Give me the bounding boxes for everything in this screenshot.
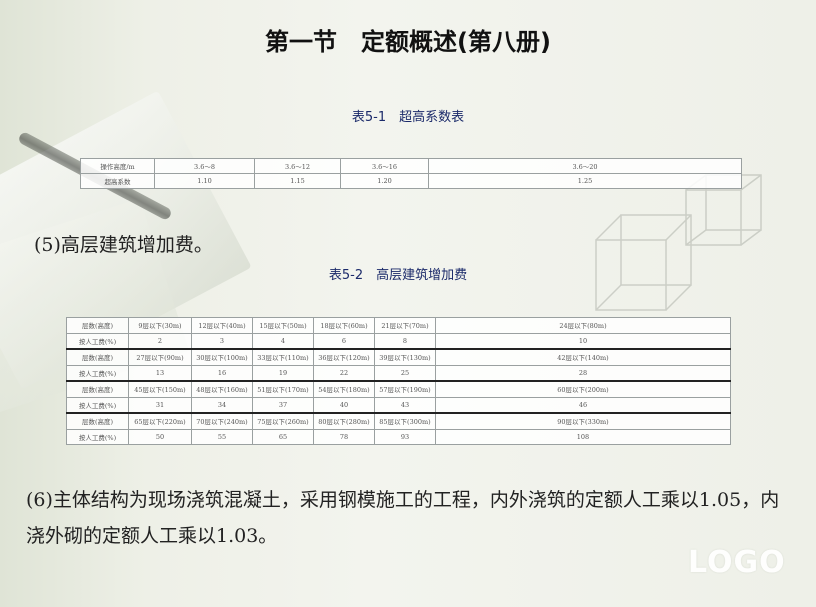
table-cell: 2 — [128, 332, 192, 350]
table-row: 操作高度/m 3.6～8 3.6～12 3.6～16 3.6～20 — [80, 158, 742, 174]
table-caption: 表5-1 超高系数表 — [351, 110, 465, 125]
table-cell: 层数(高度) — [66, 412, 129, 430]
page-title: 第一节 定额概述(第八册) — [265, 28, 551, 56]
table-cell: 65层以下(220m) — [128, 412, 192, 430]
height-coefficient-table: 操作高度/m 3.6～8 3.6～12 3.6～16 3.6～20 超高系数 1… — [80, 158, 742, 189]
table-cell: 45层以下(150m) — [128, 380, 192, 398]
section-5-text: (5)高层建筑增加费。 — [34, 234, 213, 256]
table-cell: 57层以下(190m) — [374, 380, 436, 398]
table-cell: 10 — [435, 332, 731, 350]
table-cell: 27层以下(90m) — [128, 348, 192, 366]
table-row: 按人工费(%) 50 55 65 78 93 108 — [66, 428, 731, 445]
table-cell: 31 — [128, 396, 192, 414]
table-cell: 28 — [435, 364, 731, 382]
table-cell: 50 — [128, 428, 192, 445]
table-cell: 3.6～8 — [154, 158, 255, 174]
table-cell: 按人工费(%) — [66, 428, 129, 445]
table-cell: 40 — [313, 396, 375, 414]
table-cell: 层数(高度) — [66, 317, 129, 334]
table-cell: 操作高度/m — [80, 158, 155, 174]
table-cell: 18层以下(60m) — [313, 317, 375, 334]
table-cell: 60层以下(200m) — [435, 380, 731, 398]
table-cell: 36层以下(120m) — [313, 348, 375, 366]
table-cell: 48层以下(160m) — [191, 380, 253, 398]
table-cell: 34 — [191, 396, 253, 414]
table-cell: 80层以下(280m) — [313, 412, 375, 430]
table-cell: 13 — [128, 364, 192, 382]
table-row: 按人工费(%) 31 34 37 40 43 46 — [66, 396, 731, 414]
table-cell: 65 — [252, 428, 314, 445]
table-cell: 33层以下(110m) — [252, 348, 314, 366]
table-cell: 25 — [374, 364, 436, 382]
table-cell: 1.25 — [428, 173, 742, 189]
table-cell: 78 — [313, 428, 375, 445]
logo: LOGO — [688, 545, 786, 580]
table-cell: 24层以下(80m) — [435, 317, 731, 334]
table-cell: 16 — [191, 364, 253, 382]
table-row: 层数(高度) 9层以下(30m) 12层以下(40m) 15层以下(50m) 1… — [66, 317, 731, 334]
table-cell: 85层以下(300m) — [374, 412, 436, 430]
table-cell: 30层以下(100m) — [191, 348, 253, 366]
table-cell: 3.6～20 — [428, 158, 742, 174]
table-row: 层数(高度) 27层以下(90m) 30层以下(100m) 33层以下(110m… — [66, 348, 731, 366]
table-cell: 1.15 — [254, 173, 341, 189]
table-cell: 15层以下(50m) — [252, 317, 314, 334]
high-rise-surcharge-table: 层数(高度) 9层以下(30m) 12层以下(40m) 15层以下(50m) 1… — [66, 317, 731, 445]
table-row: 层数(高度) 45层以下(150m) 48层以下(160m) 51层以下(170… — [66, 380, 731, 398]
table-cell: 4 — [252, 332, 314, 350]
table-cell: 54层以下(180m) — [313, 380, 375, 398]
table-caption: 表5-2 高层建筑增加费 — [328, 268, 468, 283]
table-cell: 按人工费(%) — [66, 364, 129, 382]
table-cell: 46 — [435, 396, 731, 414]
table-cell: 75层以下(260m) — [252, 412, 314, 430]
section-6-text: (6)主体结构为现场浇筑混凝土，采用钢模施工的工程，内外浇筑的定额人工乘以1.0… — [26, 489, 780, 547]
table-cell: 43 — [374, 396, 436, 414]
table-cell: 19 — [252, 364, 314, 382]
table-row: 按人工费(%) 2 3 4 6 8 10 — [66, 332, 731, 350]
table-cell: 3.6～12 — [254, 158, 341, 174]
table-cell: 层数(高度) — [66, 348, 129, 366]
table-cell: 70层以下(240m) — [191, 412, 253, 430]
table-row: 超高系数 1.10 1.15 1.20 1.25 — [80, 173, 742, 189]
table-cell: 1.20 — [340, 173, 429, 189]
table-row: 层数(高度) 65层以下(220m) 70层以下(240m) 75层以下(260… — [66, 412, 731, 430]
table-cell: 90层以下(330m) — [435, 412, 731, 430]
table-cell: 51层以下(170m) — [252, 380, 314, 398]
table-cell: 22 — [313, 364, 375, 382]
table-row: 按人工费(%) 13 16 19 22 25 28 — [66, 364, 731, 382]
table-cell: 按人工费(%) — [66, 332, 129, 350]
table-cell: 39层以下(130m) — [374, 348, 436, 366]
table-cell: 42层以下(140m) — [435, 348, 731, 366]
table-cell: 3 — [191, 332, 253, 350]
table-cell: 37 — [252, 396, 314, 414]
table-cell: 21层以下(70m) — [374, 317, 436, 334]
table-cell: 9层以下(30m) — [128, 317, 192, 334]
table-cell: 6 — [313, 332, 375, 350]
table-cell: 按人工费(%) — [66, 396, 129, 414]
table-cell: 55 — [191, 428, 253, 445]
table-cell: 超高系数 — [80, 173, 155, 189]
table-cell: 12层以下(40m) — [191, 317, 253, 334]
table-cell: 8 — [374, 332, 436, 350]
table-cell: 3.6～16 — [340, 158, 429, 174]
table-cell: 108 — [435, 428, 731, 445]
table-cell: 层数(高度) — [66, 380, 129, 398]
table-cell: 1.10 — [154, 173, 255, 189]
table-cell: 93 — [374, 428, 436, 445]
